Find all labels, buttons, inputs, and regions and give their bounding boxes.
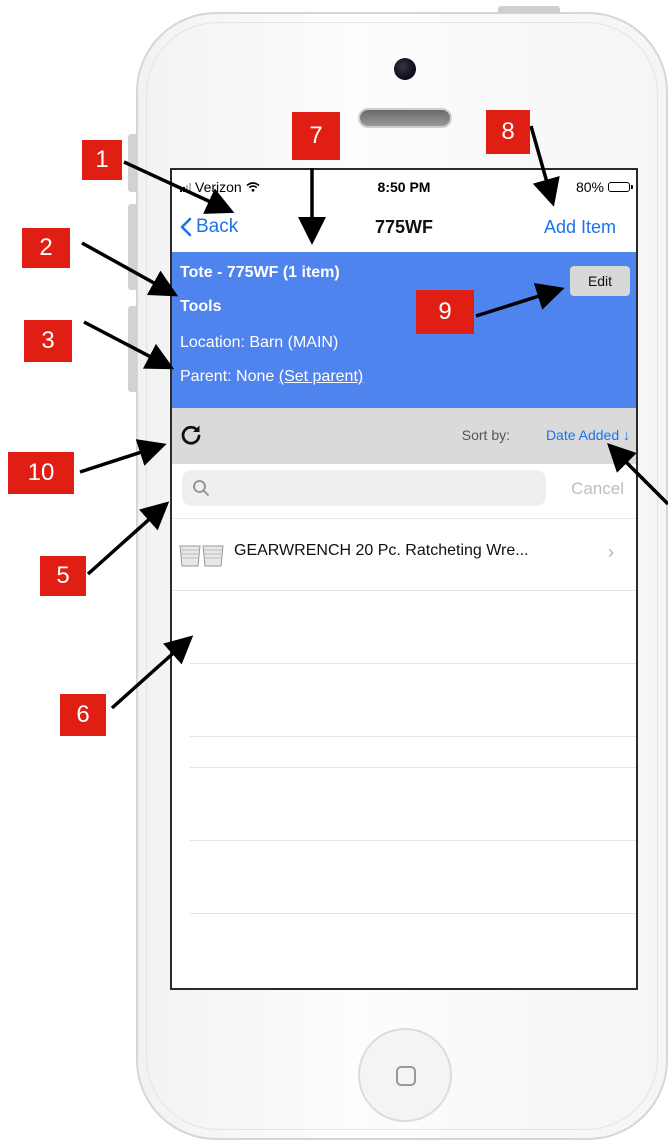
sort-label: Sort by: — [461, 427, 510, 443]
tote-icon — [179, 545, 224, 567]
earpiece-speaker — [358, 108, 452, 128]
battery-percent: 80% — [575, 179, 604, 195]
empty-row — [190, 664, 636, 737]
mute-switch — [128, 134, 137, 192]
volume-down-button — [128, 306, 137, 392]
container-parent: Parent: None (Set parent) — [180, 368, 363, 386]
cancel-button[interactable]: Cancel — [571, 479, 624, 499]
container-name: Tote - 775WF — [180, 264, 279, 281]
callout-1: 1 — [82, 140, 122, 180]
callout-2: 2 — [22, 228, 70, 268]
empty-row — [190, 591, 636, 664]
edit-button[interactable]: Edit — [570, 266, 630, 296]
volume-up-button — [128, 204, 137, 290]
container-info-panel: Tote - 775WF (1 item) Tools Location: Ba… — [172, 252, 636, 408]
battery-icon — [608, 182, 633, 192]
refresh-icon[interactable] — [178, 422, 204, 448]
status-time: 8:50 PM — [377, 179, 431, 195]
empty-row — [190, 768, 636, 841]
sort-toolbar: Sort by: Date Added ↓ — [172, 408, 636, 464]
callout-6: 6 — [60, 694, 106, 736]
search-input[interactable] — [218, 476, 542, 502]
item-count: (1 item) — [278, 264, 340, 281]
callout-9: 9 — [416, 290, 474, 334]
app-screen: Verizon 8:50 PM 80% Back 775WF Add Item … — [170, 168, 638, 990]
navigation-bar: Back 775WF Add Item — [172, 204, 636, 252]
set-parent-link[interactable]: (Set parent) — [279, 368, 363, 385]
callout-7: 7 — [292, 112, 340, 160]
item-list: GEARWRENCH 20 Pc. Ratcheting Wre... › — [172, 518, 636, 914]
callout-3: 3 — [24, 320, 72, 362]
status-bar: Verizon 8:50 PM 80% — [172, 170, 636, 204]
callout-5: 5 — [40, 556, 86, 596]
item-label: GEARWRENCH 20 Pc. Ratcheting Wre... — [234, 542, 529, 559]
add-item-button[interactable]: Add Item — [544, 217, 616, 238]
home-button[interactable] — [358, 1028, 452, 1122]
sort-option-button[interactable]: Date Added ↓ — [546, 427, 630, 443]
list-item[interactable]: GEARWRENCH 20 Pc. Ratcheting Wre... › — [172, 518, 636, 591]
container-location: Location: Barn (MAIN) — [180, 334, 339, 351]
container-category: Tools — [180, 298, 222, 315]
callout-8: 8 — [486, 110, 530, 154]
power-button — [498, 6, 560, 13]
search-bar: Cancel — [172, 464, 636, 519]
search-icon — [193, 480, 209, 496]
container-title: Tote - 775WF (1 item) — [180, 264, 340, 282]
parent-value: Parent: None — [180, 368, 279, 385]
search-field[interactable] — [182, 470, 546, 506]
empty-row — [190, 737, 636, 768]
callout-10: 10 — [8, 452, 74, 494]
front-camera — [394, 58, 416, 80]
empty-row — [190, 841, 636, 914]
chevron-right-icon: › — [608, 542, 614, 562]
